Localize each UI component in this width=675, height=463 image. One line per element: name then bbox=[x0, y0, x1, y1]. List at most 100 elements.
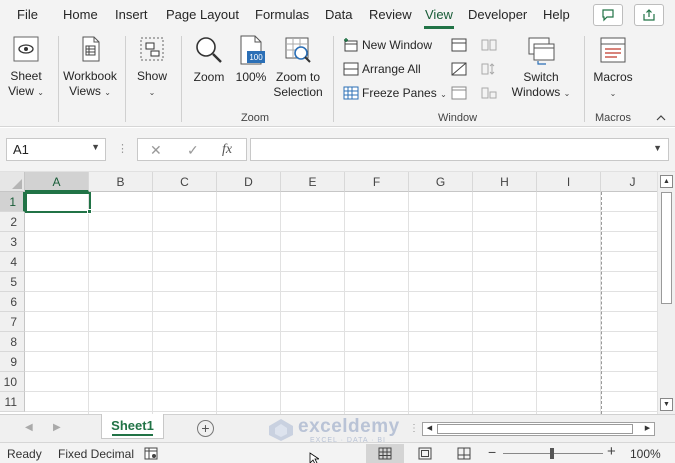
zoom-out-button[interactable]: − bbox=[488, 444, 496, 460]
gridline-horizontal bbox=[25, 351, 657, 352]
menu-tab-file[interactable]: File bbox=[17, 7, 38, 22]
zoom-slider-thumb[interactable] bbox=[550, 448, 554, 459]
row-header-9[interactable]: 9 bbox=[0, 352, 25, 372]
row-header-10[interactable]: 10 bbox=[0, 372, 25, 392]
new-window-icon bbox=[344, 38, 358, 52]
add-sheet-button[interactable]: + bbox=[197, 420, 214, 437]
workbook-views-button[interactable]: Workbook Views ⌄ bbox=[60, 34, 120, 100]
active-cell-a1[interactable] bbox=[25, 192, 91, 213]
arrange-all-button[interactable]: Arrange All bbox=[343, 62, 421, 76]
menu-tab-formulas[interactable]: Formulas bbox=[255, 7, 309, 22]
column-header-f[interactable]: F bbox=[345, 172, 409, 192]
zoom-to-selection-button[interactable]: Zoom to Selection bbox=[271, 34, 325, 100]
reset-window-position-icon[interactable] bbox=[481, 86, 497, 100]
accessibility-icon[interactable] bbox=[144, 447, 158, 460]
menu-tab-view[interactable]: View bbox=[425, 7, 453, 22]
scroll-left-icon[interactable]: ◀ bbox=[423, 423, 436, 435]
horizontal-scroll-thumb[interactable] bbox=[437, 424, 633, 434]
row-header-5[interactable]: 5 bbox=[0, 272, 25, 292]
synchronous-scrolling-icon[interactable] bbox=[481, 62, 497, 76]
menu-tab-help[interactable]: Help bbox=[543, 7, 570, 22]
split-icon[interactable] bbox=[451, 38, 467, 52]
scroll-down-icon[interactable]: ▼ bbox=[660, 398, 673, 411]
collapse-ribbon-icon[interactable] bbox=[656, 114, 666, 122]
zoom-selection-label-1: Zoom to bbox=[275, 70, 320, 84]
menu-tab-home[interactable]: Home bbox=[63, 7, 98, 22]
row-header-11[interactable]: 11 bbox=[0, 392, 25, 412]
vertical-scrollbar[interactable]: ▲ ▼ bbox=[657, 172, 675, 414]
insert-function-icon[interactable]: fx bbox=[222, 142, 232, 158]
prev-sheet-icon[interactable]: ◀ bbox=[25, 422, 33, 433]
normal-view-button[interactable] bbox=[366, 444, 404, 463]
workbook-views-label-1: Workbook bbox=[63, 69, 117, 83]
fill-handle[interactable] bbox=[87, 209, 92, 214]
ribbon-separator bbox=[333, 36, 334, 122]
menu-tab-review[interactable]: Review bbox=[369, 7, 412, 22]
status-ready: Ready bbox=[7, 447, 42, 461]
column-header-g[interactable]: G bbox=[409, 172, 473, 192]
sheet-view-label-1: Sheet bbox=[10, 69, 42, 83]
next-sheet-icon[interactable]: ▶ bbox=[53, 422, 61, 433]
zoom-in-button[interactable]: + bbox=[607, 443, 616, 460]
view-side-by-side-icon[interactable] bbox=[481, 38, 497, 52]
macros-label: Macros bbox=[593, 70, 633, 84]
menu-tab-page-layout[interactable]: Page Layout bbox=[166, 7, 239, 22]
page-break-preview-button[interactable] bbox=[445, 444, 483, 463]
switch-windows-button[interactable]: Switch Windows ⌄ bbox=[508, 34, 574, 101]
zoom-button[interactable]: Zoom bbox=[188, 34, 230, 85]
zoom-level[interactable]: 100% bbox=[630, 447, 661, 461]
menu-tab-insert[interactable]: Insert bbox=[115, 7, 148, 22]
sheet-tab-sheet1[interactable]: Sheet1 bbox=[101, 414, 164, 439]
formula-input[interactable]: ▼ bbox=[250, 138, 669, 161]
row-header-2[interactable]: 2 bbox=[0, 212, 25, 232]
gridline-vertical bbox=[472, 192, 473, 414]
worksheet-grid[interactable]: ABCDEFGHIJ 1 2 3 4 5 6 7 8 9 10 11 bbox=[0, 172, 657, 414]
vertical-scroll-thumb[interactable] bbox=[661, 192, 672, 304]
horizontal-scrollbar[interactable]: ◀ ▶ bbox=[422, 422, 655, 436]
column-header-e[interactable]: E bbox=[281, 172, 345, 192]
formula-bar-handle-icon[interactable]: ⋮ bbox=[117, 142, 128, 155]
comments-button[interactable] bbox=[593, 4, 623, 26]
sheet-view-button[interactable]: Sheet View ⌄ bbox=[6, 34, 46, 100]
scroll-up-icon[interactable]: ▲ bbox=[660, 175, 673, 188]
scroll-right-icon[interactable]: ▶ bbox=[641, 423, 654, 435]
new-window-button[interactable]: New Window bbox=[343, 38, 432, 52]
share-button[interactable] bbox=[634, 4, 664, 26]
row-header-7[interactable]: 7 bbox=[0, 312, 25, 332]
column-header-i[interactable]: I bbox=[537, 172, 601, 192]
macros-button[interactable]: Macros ⌄ bbox=[590, 34, 636, 101]
macros-icon bbox=[600, 37, 626, 63]
row-header-3[interactable]: 3 bbox=[0, 232, 25, 252]
row-header-8[interactable]: 8 bbox=[0, 332, 25, 352]
column-header-c[interactable]: C bbox=[153, 172, 217, 192]
menu-tab-developer[interactable]: Developer bbox=[468, 7, 527, 22]
workbook-views-icon bbox=[82, 36, 100, 62]
unhide-window-icon[interactable] bbox=[451, 86, 467, 100]
column-header-b[interactable]: B bbox=[89, 172, 153, 192]
expand-formula-bar-icon[interactable]: ▼ bbox=[653, 143, 662, 153]
chevron-down-icon[interactable]: ▼ bbox=[91, 142, 100, 152]
hide-window-icon[interactable] bbox=[451, 62, 467, 76]
row-header-1[interactable]: 1 bbox=[0, 192, 25, 212]
column-header-d[interactable]: D bbox=[217, 172, 281, 192]
row-header-4[interactable]: 4 bbox=[0, 252, 25, 272]
show-label: Show bbox=[136, 69, 168, 83]
freeze-panes-button[interactable]: Freeze Panes ⌄ bbox=[343, 86, 447, 100]
menu-tab-data[interactable]: Data bbox=[325, 7, 352, 22]
column-header-h[interactable]: H bbox=[473, 172, 537, 192]
cancel-icon[interactable]: ✕ bbox=[150, 142, 162, 159]
gridline-vertical bbox=[408, 192, 409, 414]
select-all-button[interactable] bbox=[0, 172, 25, 192]
gridline-horizontal bbox=[25, 271, 657, 272]
gridline-horizontal bbox=[25, 371, 657, 372]
row-header-6[interactable]: 6 bbox=[0, 292, 25, 312]
column-header-j[interactable]: J bbox=[601, 172, 657, 192]
enter-icon[interactable]: ✓ bbox=[187, 142, 199, 159]
name-box[interactable]: A1 ▼ bbox=[6, 138, 106, 161]
zoom-100-button[interactable]: 100 100% bbox=[233, 34, 269, 85]
show-button[interactable]: Show ⌄ bbox=[132, 34, 172, 100]
show-chevron: ⌄ bbox=[148, 88, 156, 97]
page-layout-view-button[interactable] bbox=[406, 444, 444, 463]
formula-actions: ✕ ✓ fx bbox=[137, 138, 247, 161]
column-header-a[interactable]: A bbox=[25, 172, 89, 192]
